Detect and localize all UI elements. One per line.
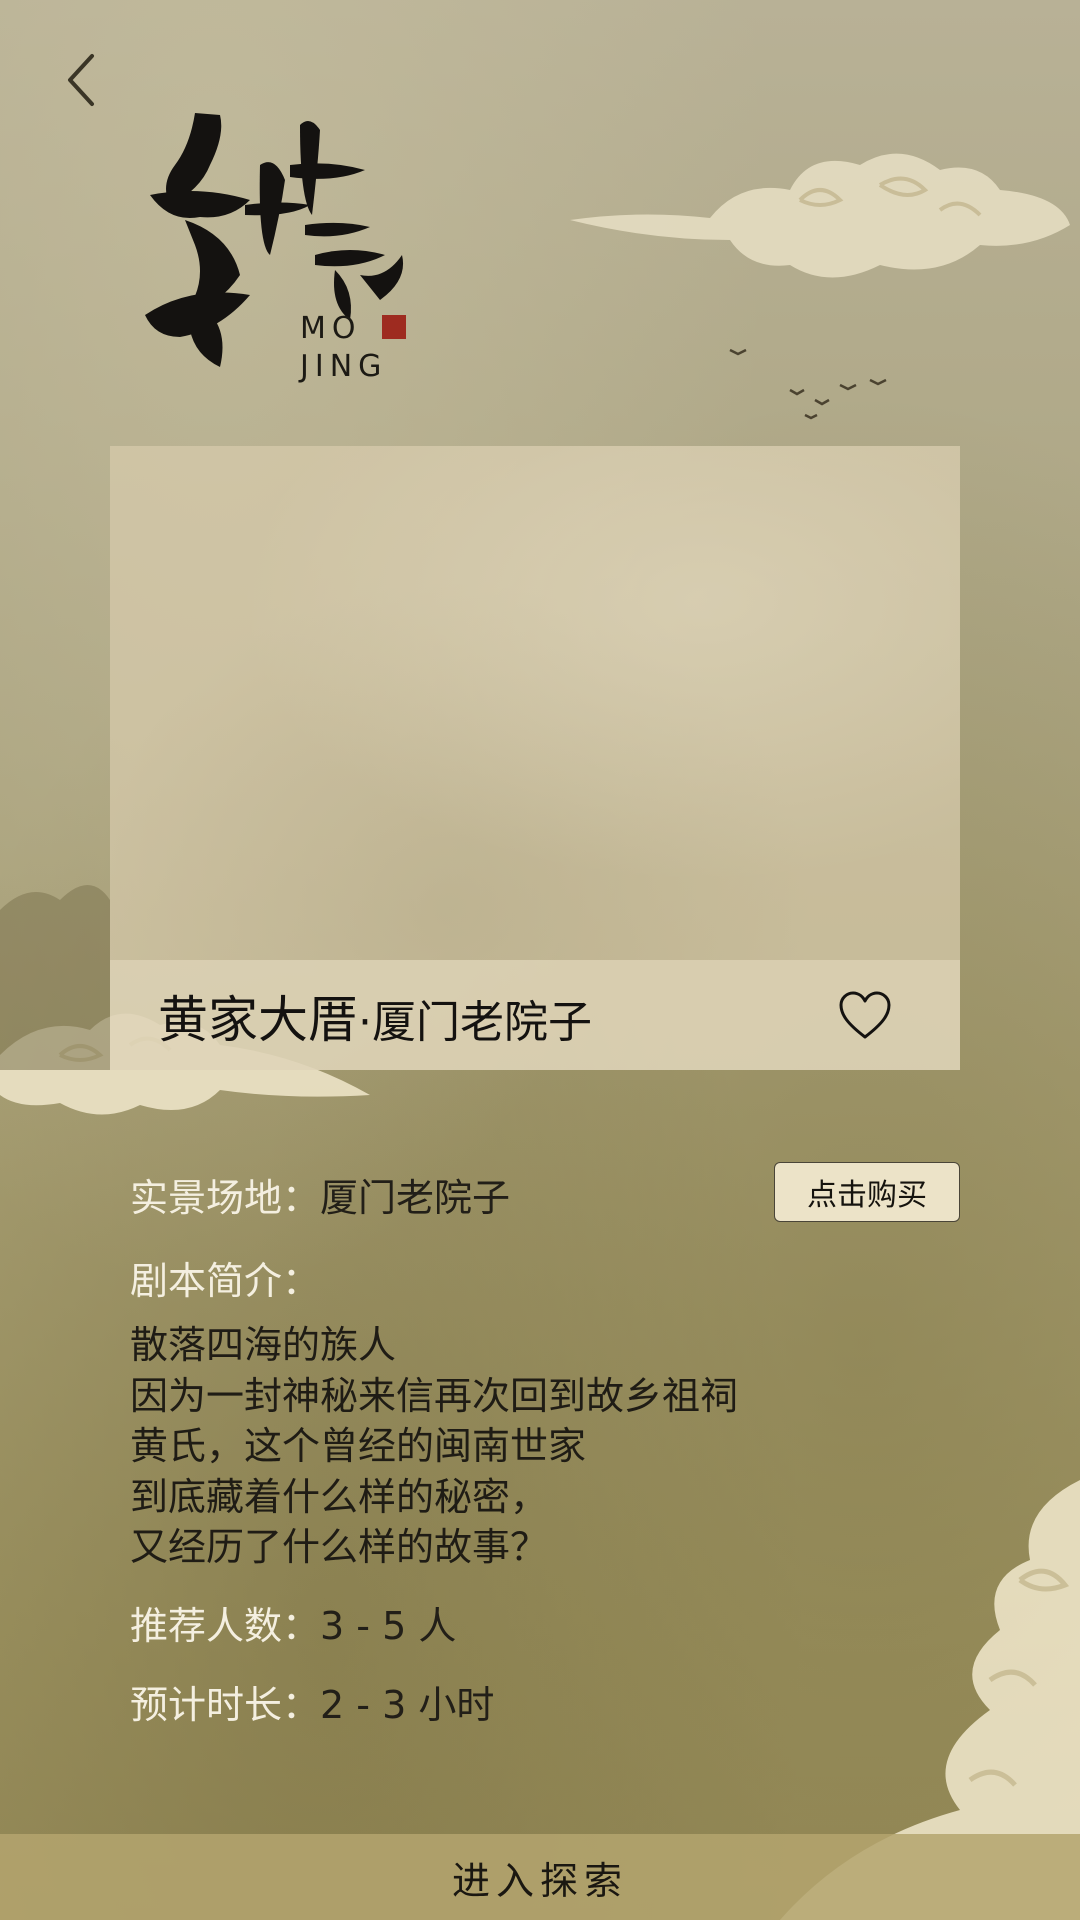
logo-seal [382, 315, 406, 339]
synopsis-line: 散落四海的族人 [130, 1323, 397, 1367]
duration-value: 2 - 3 小时 [320, 1683, 495, 1727]
venue-label: 实景场地： [130, 1176, 321, 1220]
enter-explore-button[interactable]: 进入探索 [0, 1834, 1080, 1920]
logo-latin-text: MO JING [300, 311, 388, 384]
birds-decoration [729, 348, 887, 420]
synopsis-text: 散落四海的族人 因为一封神秘来信再次回到故乡祖祠 黄氏，这个曾经的闽南世家 到底… [130, 1320, 738, 1573]
cloud-decoration-top-right [570, 153, 1070, 278]
venue-row: 实景场地：厦门老院子 [130, 1174, 510, 1222]
duration-label: 预计时长： [130, 1683, 321, 1727]
heart-outline-icon [839, 991, 891, 1039]
script-card[interactable]: 黄家大厝·厦门老院子 [110, 446, 960, 1070]
synopsis-label-text: 剧本简介： [130, 1259, 321, 1303]
card-title-main: 黄家大厝 [158, 991, 358, 1049]
synopsis-line: 黄氏，这个曾经的闽南世家 [130, 1424, 587, 1468]
buy-button[interactable]: 点击购买 [774, 1162, 960, 1222]
chevron-left-icon [68, 54, 94, 106]
players-value: 3 - 5 人 [320, 1604, 457, 1648]
synopsis-line: 因为一封神秘来信再次回到故乡祖祠 [130, 1373, 739, 1418]
synopsis-label: 剧本简介： [130, 1257, 320, 1305]
app-logo: MO JING [140, 105, 440, 385]
card-title-sub: 厦门老院子 [372, 997, 592, 1048]
duration-row: 预计时长：2 - 3 小时 [130, 1681, 494, 1729]
venue-value: 厦门老院子 [320, 1176, 511, 1220]
synopsis-line: 又经历了什么样的故事？ [130, 1525, 549, 1569]
enter-explore-label: 进入探索 [451, 1858, 628, 1903]
card-title-separator: · [358, 997, 372, 1048]
players-row: 推荐人数：3 - 5 人 [130, 1602, 456, 1650]
players-label: 推荐人数： [130, 1604, 321, 1648]
favorite-button[interactable] [838, 990, 892, 1042]
back-button[interactable] [50, 45, 110, 115]
card-title: 黄家大厝·厦门老院子 [158, 990, 592, 1053]
card-title-bar: 黄家大厝·厦门老院子 [110, 960, 960, 1070]
card-image-placeholder [110, 446, 960, 960]
synopsis-line: 到底藏着什么样的秘密， [130, 1474, 549, 1519]
